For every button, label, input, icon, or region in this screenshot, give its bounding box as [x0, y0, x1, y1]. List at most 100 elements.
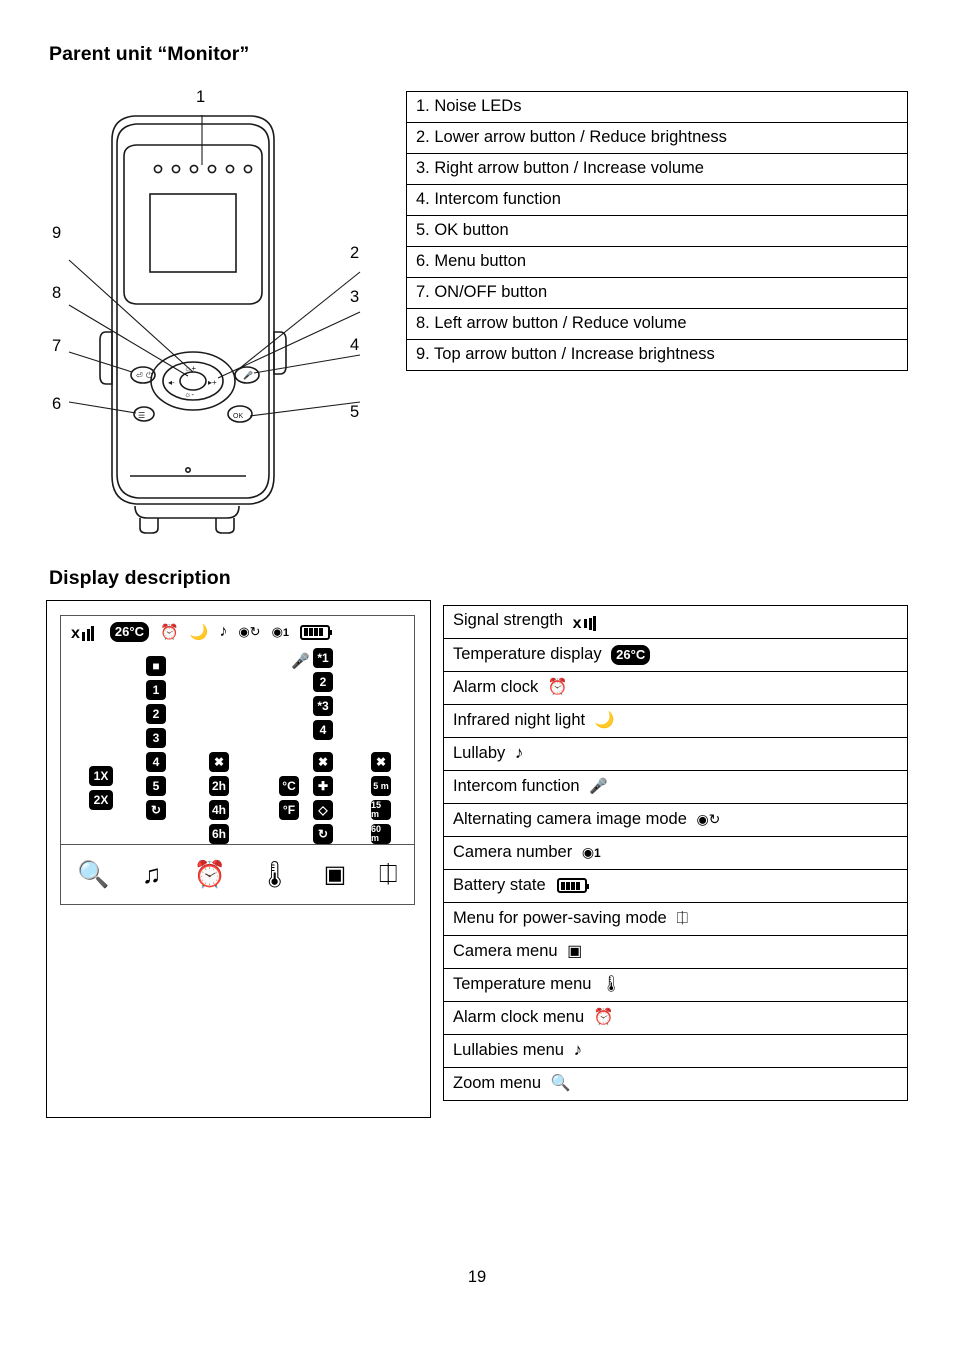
table-row: Alternating camera image mode ◉↻	[443, 803, 908, 837]
lcd-bottom-menu-bar: 🔍 ♫ ⏰ 🌡 ▣ ⎅	[61, 844, 414, 904]
lcd-cell: 15 m	[371, 800, 391, 820]
zoom-menu-icon: 🔍	[77, 859, 110, 889]
table-row: 7. ON/OFF button	[406, 277, 908, 309]
lcd-cell: 5 m	[371, 776, 391, 796]
svg-text:🎤: 🎤	[243, 370, 253, 380]
legend-camera-number: Camera number ◉1	[443, 836, 908, 870]
table-row: Infrared night light 🌙	[443, 704, 908, 738]
table-row: 5. OK button	[406, 215, 908, 247]
table-row: 1. Noise LEDs	[406, 91, 908, 123]
lcd-screen-illustration: x 26°C ⏰ 🌙 ♪ ◉↻ ◉1 1X 2X ■ 1 2 3 4 5 ↻ ✖	[60, 615, 415, 905]
alarm-clock-icon: ⏰	[547, 679, 568, 697]
music-note-icon: ♪	[219, 623, 228, 640]
legend-label: Alarm clock	[453, 678, 539, 697]
page-number: 19	[467, 1268, 487, 1286]
legend-item-1: 1. Noise LEDs	[406, 91, 908, 123]
table-row: Alarm clock menu ⏰	[443, 1001, 908, 1035]
callout-8: 8	[52, 284, 62, 302]
lcd-cell: 2X	[89, 790, 113, 810]
svg-text:▸+: ▸+	[208, 378, 217, 387]
callout-4: 4	[350, 336, 360, 354]
legend-alarm-clock-menu: Alarm clock menu ⏰	[443, 1001, 908, 1035]
lcd-cell: °F	[279, 800, 299, 820]
lcd-cell: ✚	[313, 776, 333, 796]
legend-item-2: 2. Lower arrow button / Reduce brightnes…	[406, 122, 908, 154]
lcd-cell: 5	[146, 776, 166, 796]
parent-unit-illustration: ⏎ ⏻ 🎤 ☰ OK ☼+ ☼- ◂- ▸+	[68, 115, 361, 534]
legend-label: Lullaby	[453, 744, 506, 763]
alarm-clock-icon: ⏰	[159, 624, 179, 641]
legend-label: Menu for power-saving mode	[453, 909, 667, 928]
table-row: Lullaby ♪	[443, 737, 908, 771]
legend-zoom-menu: Zoom menu 🔍	[443, 1067, 908, 1101]
lcd-cell: 6h	[209, 824, 229, 844]
lcd-cell: ✖	[371, 752, 391, 772]
table-row: Temperature display 26°C	[443, 638, 908, 672]
table-row: 8. Left arrow button / Reduce volume	[406, 308, 908, 340]
legend-label: Alarm clock menu	[453, 1008, 585, 1027]
legend-battery-state: Battery state	[443, 869, 908, 903]
signal-strength-icon: x	[71, 624, 99, 641]
battery-icon	[300, 624, 333, 640]
legend-label: Zoom menu	[453, 1074, 542, 1093]
page-title-display-description: Display description	[49, 567, 231, 589]
legend-label: Signal strength	[453, 610, 564, 629]
microphone-icon: 🎤	[291, 653, 310, 670]
temperature-badge-icon: 26°C	[109, 622, 149, 642]
legend-label: Intercom function	[453, 777, 580, 796]
lcd-column-3-top: *1 2 *3 4	[313, 648, 333, 740]
table-row: Temperature menu 🌡	[443, 968, 908, 1002]
camera-number-icon: ◉1	[271, 624, 290, 639]
table-row: 4. Intercom function	[406, 184, 908, 216]
svg-text:☰: ☰	[138, 411, 145, 420]
callout-9: 9	[52, 224, 62, 242]
legend-label: Infrared night light	[453, 711, 586, 730]
music-note-icon: ♪	[514, 743, 524, 763]
svg-text:◂-: ◂-	[168, 378, 175, 387]
lcd-column-1: ■ 1 2 3 4 5 ↻	[146, 656, 166, 820]
legend-item-5: 5. OK button	[406, 215, 908, 247]
table-row: Camera menu ▣	[443, 935, 908, 969]
lcd-status-bar: x 26°C ⏰ 🌙 ♪ ◉↻ ◉1	[61, 616, 414, 648]
power-saving-icon: ⎅	[676, 910, 689, 928]
table-row: 9. Top arrow button / Increase brightnes…	[406, 339, 908, 371]
table-row: Intercom function 🎤	[443, 770, 908, 804]
table-row: Alarm clock ⏰	[443, 671, 908, 705]
lcd-cell: *3	[313, 696, 333, 716]
alarm-clock-menu-icon: ⏰	[193, 859, 226, 889]
display-description-legend-table: Signal strength x Temperature display 26…	[443, 605, 908, 1101]
microphone-icon: 🎤	[589, 778, 608, 796]
svg-text:OK: OK	[233, 413, 243, 420]
manual-page: Parent unit “Monitor” ⏎ ⏻ 🎤 ☰ OK ☼+ ☼- ◂…	[0, 0, 954, 1345]
signal-strength-icon: x	[573, 615, 601, 632]
lcd-cell: 60 m	[371, 824, 391, 844]
legend-infrared-night-light: Infrared night light 🌙	[443, 704, 908, 738]
thermometer-icon: 🌡	[601, 976, 622, 994]
temperature-badge-icon: 26°C	[611, 645, 651, 666]
legend-signal-strength: Signal strength x	[443, 605, 908, 639]
lcd-cell: ↻	[146, 800, 166, 820]
lcd-column-units: °C °F	[279, 776, 299, 820]
legend-item-7: 7. ON/OFF button	[406, 277, 908, 309]
table-row: Zoom menu 🔍	[443, 1067, 908, 1101]
legend-camera-menu: Camera menu ▣	[443, 935, 908, 969]
legend-label: Alternating camera image mode	[453, 810, 687, 829]
legend-item-9: 9. Top arrow button / Increase brightnes…	[406, 339, 908, 371]
table-row: 3. Right arrow button / Increase volume	[406, 153, 908, 185]
lcd-column-2: ✖ 2h 4h 6h	[209, 752, 229, 844]
lcd-cell: ■	[146, 656, 166, 676]
callout-1: 1	[196, 88, 206, 106]
lcd-cell: 3	[146, 728, 166, 748]
lcd-cell: ↻	[313, 824, 333, 844]
table-row: 2. Lower arrow button / Reduce brightnes…	[406, 122, 908, 154]
lcd-cell: 1X	[89, 766, 113, 786]
camera-menu-icon: ▣	[567, 943, 583, 961]
camera-cycle-icon: ◉↻	[238, 624, 261, 639]
lcd-cell: *1	[313, 648, 333, 668]
legend-label: Camera menu	[453, 942, 558, 961]
lcd-zoom-factor-column: 1X 2X	[89, 766, 113, 810]
callout-5: 5	[350, 403, 360, 421]
svg-text:☼-: ☼-	[184, 390, 194, 399]
lcd-cell: 2h	[209, 776, 229, 796]
legend-intercom-function: Intercom function 🎤	[443, 770, 908, 804]
